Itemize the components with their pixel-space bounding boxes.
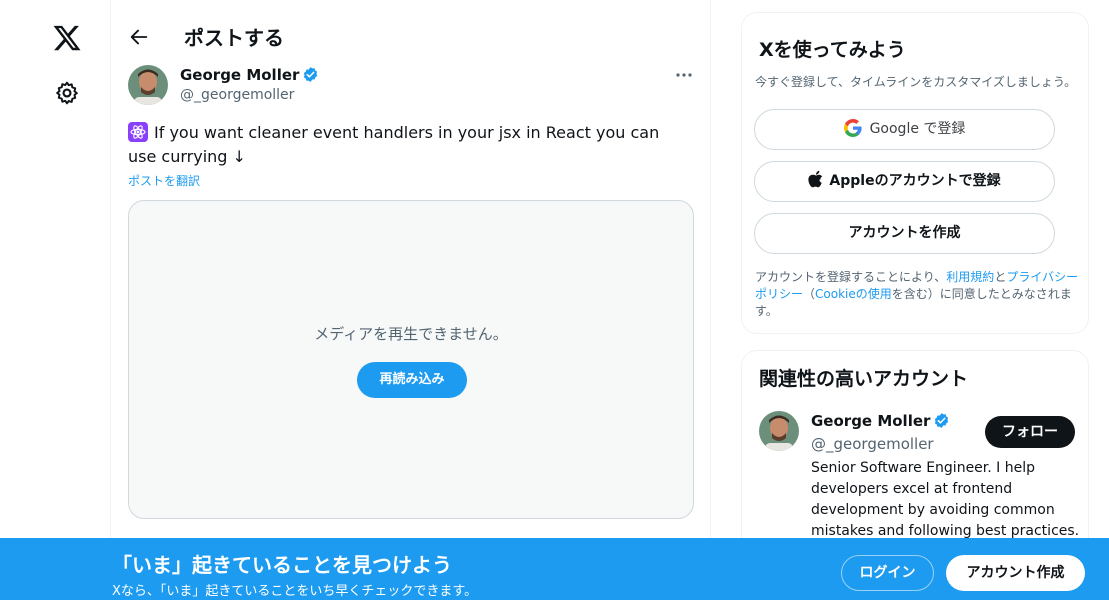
avatar[interactable] [128, 65, 168, 105]
related-account-handle[interactable]: @_georgemoller [811, 435, 934, 453]
page-title: ポストする [184, 26, 284, 50]
follow-button[interactable]: フォロー [985, 416, 1075, 448]
author-handle[interactable]: @_georgemoller [180, 87, 294, 103]
avatar[interactable] [759, 411, 799, 451]
author-name[interactable]: George Moller [180, 66, 319, 84]
google-icon [843, 119, 862, 137]
signup-banner: 「いま」起きていることを見つけよう Xなら、「いま」起きていることをいち早くチェ… [0, 538, 1109, 600]
verified-badge-icon [935, 413, 949, 428]
apple-icon [808, 170, 823, 188]
cookie-use-link[interactable]: Cookieの使用 [815, 287, 892, 301]
media-error-message: メディアを再生できません。 [314, 325, 508, 343]
apple-signup-button[interactable]: Appleのアカウントで登録 [754, 161, 1055, 202]
google-signup-button[interactable]: Google で登録 [754, 109, 1055, 150]
signup-subtitle: 今すぐ登録して、タイムラインをカスタマイズしましょう。 [755, 75, 1077, 89]
arrow-left-icon[interactable] [128, 26, 150, 48]
signup-card: Xを使ってみよう 今すぐ登録して、タイムラインをカスタマイズしましょう。 Goo… [741, 12, 1089, 334]
reload-button[interactable]: 再読み込み [357, 362, 467, 398]
login-button[interactable]: ログイン [841, 555, 934, 591]
react-atom-icon [128, 122, 148, 142]
related-account-bio: Senior Software Engineer. I help develop… [811, 460, 1080, 539]
related-title: 関連性の高いアカウント [759, 368, 969, 390]
x-logo-icon[interactable] [52, 23, 82, 53]
media-player[interactable]: メディアを再生できません。 再読み込み [128, 200, 694, 519]
create-account-button[interactable]: アカウントを作成 [754, 213, 1055, 254]
post-text: If you want cleaner event handlers in yo… [128, 122, 660, 166]
banner-signup-button[interactable]: アカウント作成 [946, 555, 1085, 591]
more-icon[interactable] [673, 66, 695, 84]
left-nav-rail [0, 0, 111, 600]
post-column: ポストする George Moller @_georgemoller If yo… [111, 0, 711, 600]
gear-icon[interactable] [54, 80, 80, 106]
banner-subtitle: Xなら、「いま」起きていることをいち早くチェックできます。 [112, 584, 478, 599]
terms-of-service-link[interactable]: 利用規約 [946, 270, 994, 284]
related-account-name[interactable]: George Moller [811, 412, 950, 430]
terms-text: アカウントを登録することにより、利用規約とプライバシーポリシー（Cookieの使… [755, 270, 1079, 318]
signup-title: Xを使ってみよう [759, 39, 906, 61]
verified-badge-icon [304, 67, 318, 82]
translate-link[interactable]: ポストを翻訳 [128, 172, 200, 189]
banner-title: 「いま」起きていることを見つけよう [112, 553, 452, 577]
